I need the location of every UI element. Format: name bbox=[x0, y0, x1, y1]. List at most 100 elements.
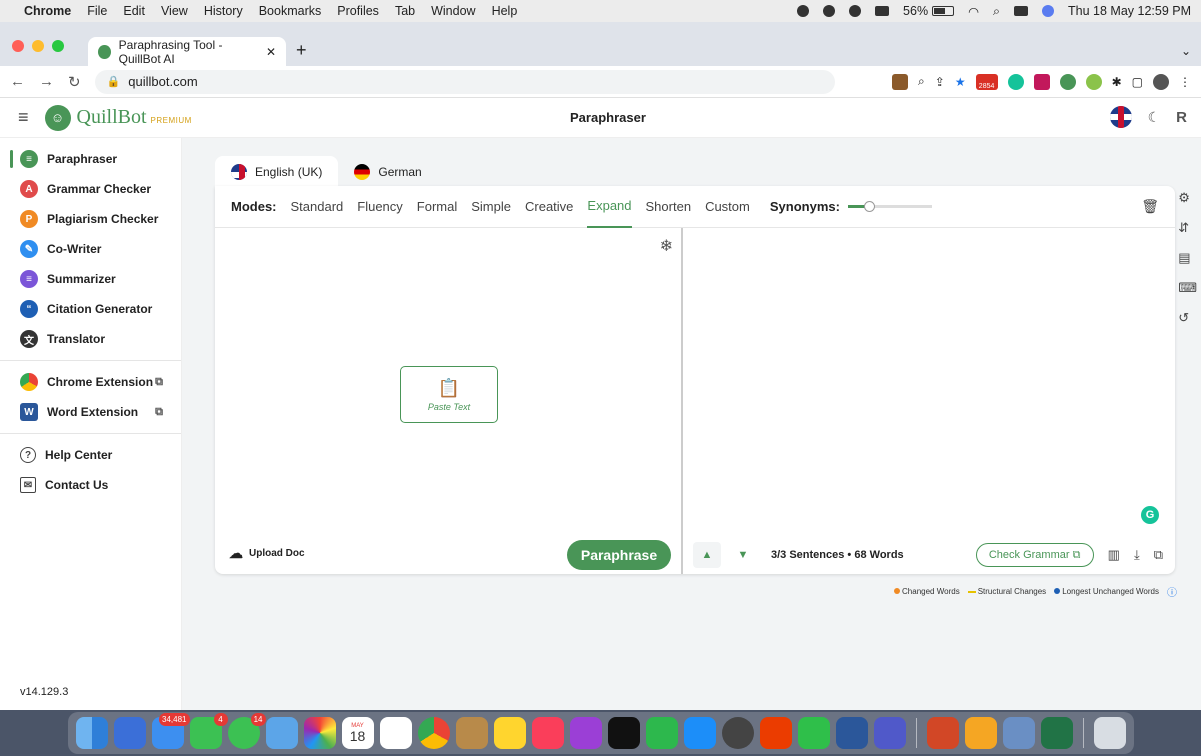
sidebar-item-summarizer[interactable]: ≡ Summarizer bbox=[0, 264, 181, 294]
grammarly-icon[interactable]: G bbox=[1141, 506, 1159, 524]
word-icon[interactable] bbox=[835, 717, 868, 749]
clock[interactable]: Thu 18 May 12:59 PM bbox=[1068, 4, 1191, 18]
gmail-extension-icon[interactable]: 2854 bbox=[975, 73, 998, 90]
excel-icon[interactable] bbox=[1040, 717, 1073, 749]
close-tab-icon[interactable]: ✕ bbox=[266, 45, 276, 59]
siri-icon[interactable] bbox=[1042, 5, 1055, 17]
app-store-icon[interactable] bbox=[683, 717, 716, 749]
sidebar-item-help-center[interactable]: ? Help Center bbox=[0, 440, 181, 470]
freeze-words-icon[interactable]: ❄ bbox=[660, 236, 673, 256]
bookmark-star-icon[interactable]: ★ bbox=[955, 75, 966, 89]
menu-help[interactable]: Help bbox=[492, 4, 518, 18]
kebab-menu-icon[interactable]: ⋮ bbox=[1179, 75, 1191, 89]
mode-expand[interactable]: Expand bbox=[587, 186, 632, 228]
sidebar-item-plagiarism-checker[interactable]: P Plagiarism Checker bbox=[0, 204, 181, 234]
close-window-button[interactable] bbox=[12, 40, 24, 52]
status-app-icon[interactable] bbox=[797, 5, 810, 17]
sidebar-item-translator[interactable]: 文 Translator bbox=[0, 324, 181, 354]
music-icon[interactable] bbox=[531, 717, 564, 749]
spotlight-icon[interactable]: ⌕ bbox=[993, 4, 1000, 19]
cloud-icon[interactable] bbox=[823, 5, 836, 17]
wifi-icon[interactable]: ◠ bbox=[968, 4, 979, 19]
calendar-icon[interactable]: MAY 18 bbox=[341, 717, 374, 749]
download-icon[interactable]: ⤓ bbox=[1134, 547, 1140, 563]
menu-view[interactable]: View bbox=[161, 4, 188, 18]
photos-icon[interactable] bbox=[303, 717, 336, 749]
puzzle-extensions-icon[interactable]: ✱ bbox=[1112, 75, 1122, 89]
synonyms-slider[interactable] bbox=[847, 201, 932, 212]
dark-mode-icon[interactable]: ☾ bbox=[1148, 109, 1161, 126]
menu-history[interactable]: History bbox=[204, 4, 243, 18]
input-pane[interactable]: ❄ 📋 Paste Text ☁ Upload Doc Paraphrase bbox=[215, 228, 683, 574]
facetime-messages-icon[interactable] bbox=[797, 717, 830, 749]
sidebar-item-contact-us[interactable]: ✉ Contact Us bbox=[0, 470, 181, 500]
apple-tv-icon[interactable] bbox=[607, 717, 640, 749]
menu-edit[interactable]: Edit bbox=[123, 4, 145, 18]
menu-profiles[interactable]: Profiles bbox=[337, 4, 379, 18]
android-extension-icon[interactable] bbox=[1085, 73, 1102, 90]
uk-flag-icon[interactable] bbox=[1109, 106, 1132, 128]
paraphrase-button[interactable]: Paraphrase bbox=[567, 540, 671, 570]
previous-sentence-button[interactable]: ▲ bbox=[693, 542, 721, 568]
compare-modes-icon[interactable]: ⇵ bbox=[1178, 220, 1197, 236]
mode-fluency[interactable]: Fluency bbox=[357, 186, 403, 228]
notes-icon[interactable] bbox=[493, 717, 526, 749]
next-sentence-button[interactable]: ▼ bbox=[729, 542, 757, 568]
tab-english-uk[interactable]: English (UK) bbox=[215, 156, 339, 188]
maps-icon[interactable] bbox=[265, 717, 298, 749]
settings-gear-icon[interactable]: ⚙ bbox=[1178, 190, 1197, 206]
history-icon[interactable]: ↺ bbox=[1178, 310, 1197, 326]
trash-icon[interactable]: 🗑 bbox=[1141, 198, 1159, 215]
quillbot-extension-icon[interactable] bbox=[1059, 73, 1076, 90]
launchpad-icon[interactable] bbox=[113, 717, 146, 749]
office-icon[interactable] bbox=[759, 717, 792, 749]
output-pane[interactable]: G ▲ ▼ 3/3 Sentences • 68 Words Check Gra… bbox=[685, 228, 1175, 574]
sidebar-item-paraphraser[interactable]: ≡ Paraphraser bbox=[0, 144, 181, 174]
sidebar-item-grammar-checker[interactable]: A Grammar Checker bbox=[0, 174, 181, 204]
podcasts-icon[interactable] bbox=[569, 717, 602, 749]
trash-icon[interactable] bbox=[1093, 717, 1126, 749]
chrome-icon[interactable] bbox=[417, 717, 450, 749]
cookie-icon[interactable] bbox=[892, 73, 909, 90]
keyboard-shortcuts-icon[interactable]: ⌨ bbox=[1178, 280, 1197, 296]
mode-shorten[interactable]: Shorten bbox=[646, 186, 692, 228]
info-icon[interactable]: ⓘ bbox=[1167, 584, 1177, 599]
battery-status[interactable]: 56% bbox=[903, 4, 955, 18]
share-icon[interactable]: ⇪ bbox=[935, 75, 945, 89]
statistics-icon[interactable]: ▥ bbox=[1108, 547, 1120, 563]
upload-doc-button[interactable]: ☁ Upload Doc bbox=[229, 545, 305, 562]
powerpoint-icon[interactable] bbox=[926, 717, 959, 749]
forward-button[interactable]: → bbox=[39, 73, 54, 90]
control-center-icon[interactable] bbox=[1014, 6, 1029, 16]
lock-icon[interactable]: 🔒 bbox=[107, 75, 121, 88]
finder-icon[interactable] bbox=[75, 717, 108, 749]
profile-avatar[interactable] bbox=[1153, 73, 1169, 90]
mode-simple[interactable]: Simple bbox=[471, 186, 511, 228]
chatgpt-icon[interactable] bbox=[721, 717, 754, 749]
notes-icon[interactable]: ▤ bbox=[1178, 250, 1197, 266]
reminders-icon[interactable] bbox=[379, 717, 412, 749]
mode-formal[interactable]: Formal bbox=[417, 186, 457, 228]
menu-tab[interactable]: Tab bbox=[395, 4, 415, 18]
synonyms-slider-knob[interactable] bbox=[863, 201, 875, 212]
reload-button[interactable]: ↻ bbox=[68, 73, 81, 91]
sidebar-item-co-writer[interactable]: ✎ Co-Writer bbox=[0, 234, 181, 264]
preview-icon[interactable] bbox=[1002, 717, 1035, 749]
back-button[interactable]: ← bbox=[10, 73, 25, 90]
menu-file[interactable]: File bbox=[87, 4, 107, 18]
side-panel-icon[interactable]: ▢ bbox=[1132, 75, 1143, 89]
tab-german[interactable]: German bbox=[338, 156, 437, 188]
account-avatar[interactable]: R bbox=[1176, 109, 1187, 126]
pages-icon[interactable] bbox=[964, 717, 997, 749]
extension-icon[interactable] bbox=[1033, 73, 1050, 90]
menu-app-name[interactable]: Chrome bbox=[24, 4, 71, 18]
teams-icon[interactable] bbox=[873, 717, 906, 749]
facetime-icon[interactable]: 4 bbox=[189, 713, 228, 749]
contacts-icon[interactable] bbox=[455, 717, 488, 749]
messages-icon[interactable]: 14 bbox=[227, 713, 266, 749]
url-input[interactable]: 🔒 quillbot.com bbox=[94, 69, 835, 94]
mode-standard[interactable]: Standard bbox=[291, 186, 344, 228]
minimize-window-button[interactable] bbox=[32, 40, 44, 52]
keyboard-icon[interactable] bbox=[875, 6, 890, 16]
sidebar-item-chrome-extension[interactable]: Chrome Extension ⧉ bbox=[0, 367, 181, 397]
